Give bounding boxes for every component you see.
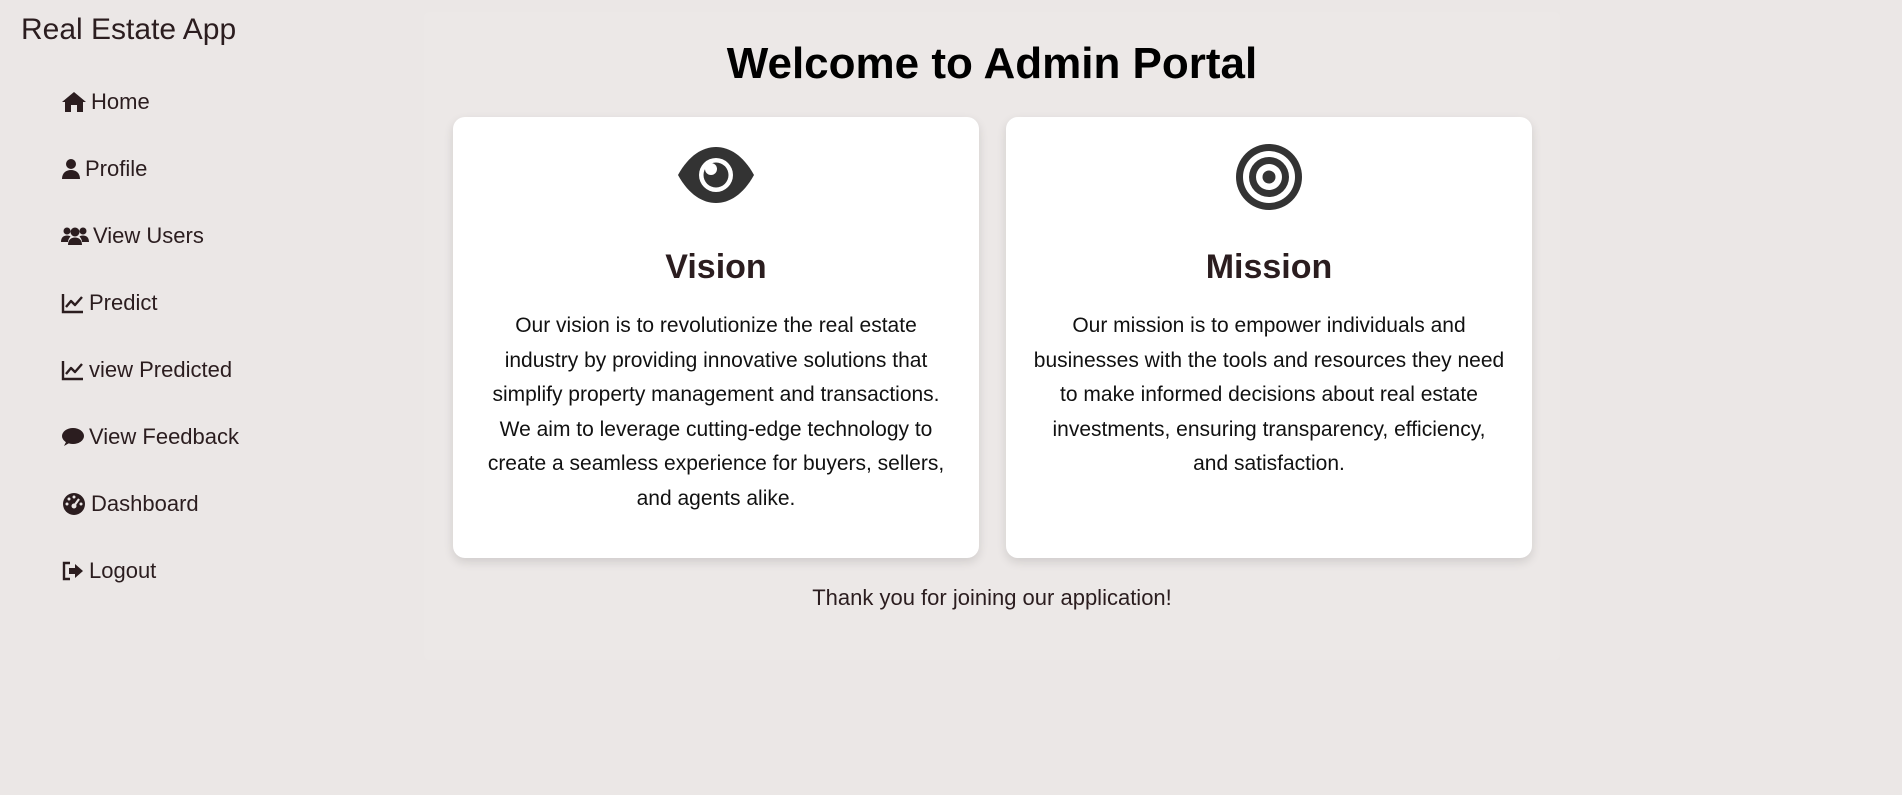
app-title: Real Estate App bbox=[21, 13, 237, 46]
sidebar-link-view-users[interactable]: View Users bbox=[61, 216, 204, 256]
sign-out-icon bbox=[61, 560, 85, 582]
mission-text: Our mission is to empower individuals an… bbox=[1033, 314, 1505, 476]
sidebar-item-label: Dashboard bbox=[91, 491, 199, 516]
sidebar-nav: Home Profile View Users Predict view Pre… bbox=[61, 82, 239, 618]
vision-title: Vision bbox=[665, 248, 767, 286]
bullseye-icon bbox=[1235, 143, 1303, 211]
thank-you-text: Thank you for joining our application! bbox=[812, 585, 1172, 610]
sidebar-item-view-feedback: View Feedback bbox=[61, 417, 239, 484]
sidebar-item-label: View Feedback bbox=[89, 424, 240, 449]
sidebar-link-profile[interactable]: Profile bbox=[61, 149, 147, 189]
gauge-icon bbox=[61, 493, 87, 515]
eye-icon bbox=[677, 143, 755, 207]
sidebar-link-logout[interactable]: Logout bbox=[61, 551, 156, 591]
vision-card: Vision Our vision is to revolutionize th… bbox=[453, 117, 979, 558]
sidebar-item-dashboard: Dashboard bbox=[61, 484, 239, 551]
sidebar-link-view-predicted[interactable]: view Predicted bbox=[61, 350, 232, 390]
sidebar: Real Estate App Home Profile View Users … bbox=[0, 0, 400, 795]
sidebar-item-label: Logout bbox=[89, 558, 157, 583]
mission-card: Mission Our mission is to empower indivi… bbox=[1006, 117, 1532, 558]
comment-icon bbox=[61, 426, 85, 448]
sidebar-item-label: View Users bbox=[93, 223, 204, 248]
chart-line-icon bbox=[61, 292, 85, 314]
vision-card-icon-wrap bbox=[453, 143, 979, 207]
mission-title: Mission bbox=[1205, 248, 1333, 286]
user-icon bbox=[61, 158, 81, 180]
sidebar-item-home: Home bbox=[61, 82, 239, 149]
vision-text: Our vision is to revolutionize the real … bbox=[487, 314, 945, 510]
sidebar-link-home[interactable]: Home bbox=[61, 82, 150, 122]
sidebar-item-profile: Profile bbox=[61, 149, 239, 216]
sidebar-link-view-feedback[interactable]: View Feedback bbox=[61, 417, 239, 457]
app-root: Real Estate App Home Profile View Users … bbox=[0, 0, 1902, 795]
mission-card-icon-wrap bbox=[1006, 143, 1532, 211]
home-icon bbox=[61, 91, 87, 113]
sidebar-item-logout: Logout bbox=[61, 551, 239, 618]
users-icon bbox=[61, 225, 89, 247]
sidebar-item-predict: Predict bbox=[61, 283, 239, 350]
sidebar-item-label: view Predicted bbox=[89, 357, 233, 382]
sidebar-link-predict[interactable]: Predict bbox=[61, 283, 157, 323]
sidebar-link-dashboard[interactable]: Dashboard bbox=[61, 484, 199, 524]
page-title: Welcome to Admin Portal bbox=[726, 39, 1258, 88]
sidebar-item-label: Profile bbox=[85, 156, 148, 181]
main-content: Welcome to Admin Portal Vision Our visio… bbox=[424, 12, 1560, 660]
sidebar-item-label: Home bbox=[91, 89, 150, 114]
sidebar-item-view-users: View Users bbox=[61, 216, 239, 283]
sidebar-item-label: Predict bbox=[89, 290, 158, 315]
sidebar-item-view-predicted: view Predicted bbox=[61, 350, 239, 417]
chart-line-icon bbox=[61, 359, 85, 381]
